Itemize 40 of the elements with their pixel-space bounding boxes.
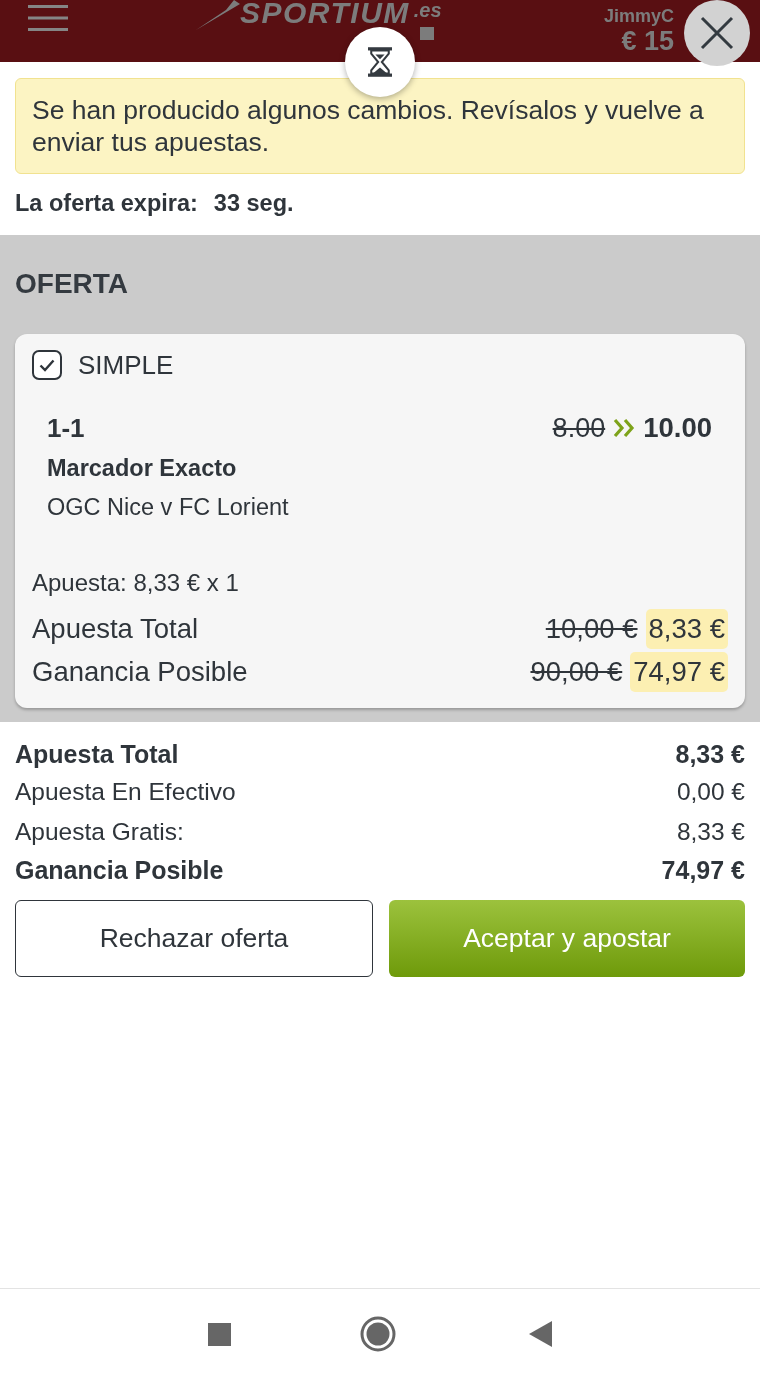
username: JimmyC <box>603 6 674 26</box>
summary-label: Ganancia Posible <box>15 855 224 886</box>
close-icon <box>700 16 734 50</box>
total-label: Apuesta Total <box>32 612 199 646</box>
expiry-countdown: 33 seg. <box>213 189 294 218</box>
new-odds: 10.00 <box>643 413 712 443</box>
square-nav-icon[interactable] <box>208 1322 231 1346</box>
event-name: OGC Nice v FC Lorient <box>47 493 290 522</box>
summary-label: Apuesta En Efectivo <box>15 777 236 807</box>
account-balance: € 15 <box>621 26 674 56</box>
stake-detail: Apuesta: 8,33 € x 1 <box>32 568 240 598</box>
market-name: Marcador Exacto <box>47 454 238 483</box>
new-value: 8,33 € <box>645 609 728 649</box>
old-value: 10,00 € <box>545 612 638 646</box>
summary-label: Apuesta Gratis: <box>15 817 184 847</box>
swoosh-icon <box>196 0 240 30</box>
menu-icon[interactable] <box>28 5 68 31</box>
expiry-label: La oferta expira: <box>15 189 198 218</box>
reject-offer-button[interactable]: Rechazar oferta <box>15 900 373 977</box>
logo-tag-icon <box>419 27 434 40</box>
offer-heading: OFERTA <box>15 267 130 301</box>
logo-text: SPORTIUM <box>240 0 410 26</box>
check-icon <box>39 358 55 372</box>
summary-value: 0,00 € <box>676 777 745 807</box>
double-chevron-icon <box>613 418 636 438</box>
changes-alert: Se han producido algunos cambios. Revísalos y vuelve a enviar tus apuestas. <box>15 78 745 174</box>
checkbox[interactable] <box>32 350 62 380</box>
selection-name: 1-1 <box>47 413 85 443</box>
back-icon[interactable] <box>529 1321 552 1347</box>
summary-label: Apuesta Total <box>15 739 179 770</box>
bet-type-label: SIMPLE <box>78 350 174 380</box>
new-value: 74,97 € <box>630 652 728 692</box>
old-odds: 8.00 <box>552 413 606 443</box>
summary-value: 8,33 € <box>675 739 745 770</box>
home-circle-icon[interactable] <box>360 1316 396 1352</box>
total-label: Ganancia Posible <box>32 655 248 689</box>
logo-domain: .es <box>413 0 442 20</box>
summary-value: 8,33 € <box>676 817 745 847</box>
old-value: 90,00 € <box>530 655 623 689</box>
summary-value: 74,97 € <box>661 855 745 886</box>
